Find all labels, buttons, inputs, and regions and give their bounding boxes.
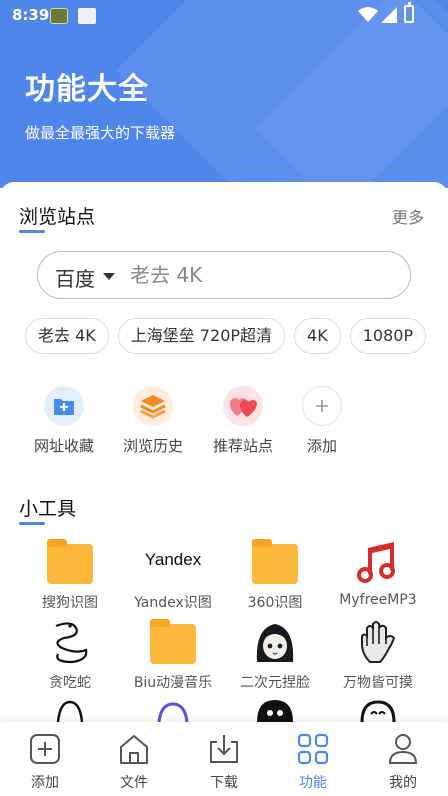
tool-label: 万物皆可摸 — [343, 675, 413, 691]
nav-item-features[interactable]: 功能 — [278, 732, 348, 792]
tool-label: Yandex识图 — [134, 595, 212, 611]
yandex-logo-text: Yandex — [144, 550, 202, 569]
page-subtitle: 做最全最强大的下载器 — [25, 124, 176, 142]
tool-label: 搜狗识图 — [42, 595, 98, 611]
tool-label: 360识图 — [247, 595, 303, 611]
content-card: 浏览站点 更多 百度 老去 4K上海堡垒 720P超清4K1080P 网址收藏 … — [0, 182, 448, 723]
nav-label: 功能 — [299, 775, 327, 791]
suggestion-chip[interactable]: 1080P — [349, 318, 427, 354]
wifi-icon — [358, 7, 378, 22]
signal-icon — [381, 7, 397, 23]
header-banner: 8:39 功能大全 做最全最强大的下载器 — [0, 0, 448, 188]
quick-action-history[interactable]: 浏览历史 — [113, 386, 193, 456]
tool-item[interactable]: 二次元捏脸 — [225, 618, 325, 692]
notification-app-icon — [78, 8, 96, 24]
folder-icon — [251, 538, 299, 586]
section-title-text: 浏览站点 — [19, 206, 96, 228]
music-note-icon — [354, 538, 402, 586]
tool-item[interactable]: 搜狗识图 — [20, 538, 120, 612]
folder-icon — [149, 618, 197, 666]
chevron-down-icon[interactable] — [103, 273, 115, 280]
nav-item-files[interactable]: 文件 — [99, 732, 169, 792]
page-title: 功能大全 — [25, 72, 149, 107]
section-title-text: 小工具 — [19, 498, 77, 520]
hearts-icon — [223, 386, 263, 426]
suggestion-chips: 老去 4K 上海堡垒 720P超清 4K 1080P — [25, 318, 448, 356]
tool-item[interactable]: 万物皆可摸 — [328, 618, 428, 692]
nav-item-add[interactable]: 添加 — [10, 732, 80, 792]
quick-action-label: 推荐站点 — [212, 437, 273, 455]
nav-label: 文件 — [120, 775, 148, 791]
tool-item[interactable]: 贪吃蛇 — [20, 618, 120, 692]
add-box-icon — [28, 732, 62, 766]
quick-action-label: 添加 — [306, 437, 337, 455]
quick-action-label: 浏览历史 — [122, 437, 183, 455]
folder-icon — [46, 538, 94, 586]
yandex-logo-icon: Yandex — [145, 538, 201, 586]
search-input[interactable] — [130, 260, 390, 290]
quick-action-label: 网址收藏 — [33, 437, 94, 455]
download-tray-icon — [207, 732, 241, 766]
person-icon — [386, 732, 420, 766]
history-stack-icon — [133, 386, 173, 426]
title-underline — [19, 230, 45, 233]
status-time: 8:39 — [12, 6, 50, 24]
section-title-browse: 浏览站点 — [19, 202, 96, 233]
section-title-tools: 小工具 — [19, 494, 77, 525]
tool-label: MyfreeMP3 — [339, 592, 417, 608]
suggestion-chip[interactable]: 上海堡垒 720P超清 — [117, 318, 286, 354]
nav-label: 添加 — [31, 775, 59, 791]
quick-action-bookmarks[interactable]: 网址收藏 — [24, 386, 104, 456]
tool-item[interactable]: MyfreeMP3 — [328, 538, 428, 608]
nav-label: 下载 — [210, 775, 238, 791]
tool-item[interactable]: 360识图 — [225, 538, 325, 612]
title-underline — [19, 522, 45, 525]
suggestion-chip[interactable]: 4K — [294, 318, 341, 354]
bottom-navigation: 添加 文件 下载 功能 我的 — [0, 722, 448, 796]
grid-apps-icon — [296, 732, 330, 766]
quick-action-recommended[interactable]: 推荐站点 — [203, 386, 283, 456]
home-file-icon — [117, 732, 151, 766]
tool-label: Biu动漫音乐 — [133, 675, 213, 691]
battery-icon — [404, 2, 414, 23]
suggestion-chip[interactable]: 老去 4K — [25, 318, 109, 354]
status-bar: 8:39 — [0, 0, 448, 30]
hand-icon — [354, 618, 402, 666]
tool-label: 二次元捏脸 — [240, 675, 310, 691]
nav-item-profile[interactable]: 我的 — [368, 732, 438, 792]
search-engine-selector[interactable]: 百度 — [55, 263, 95, 292]
nav-item-download[interactable]: 下载 — [189, 732, 259, 792]
tool-item[interactable]: Yandex Yandex识图 — [123, 538, 223, 612]
anime-face-icon — [251, 618, 299, 666]
tool-label: 贪吃蛇 — [49, 675, 91, 691]
plus-icon — [302, 386, 342, 426]
tool-item[interactable]: Biu动漫音乐 — [123, 618, 223, 692]
bookmark-folder-icon — [44, 386, 84, 426]
search-bar[interactable]: 百度 — [37, 251, 411, 299]
nav-label: 我的 — [389, 775, 417, 791]
quick-action-add[interactable]: 添加 — [282, 386, 362, 456]
snake-icon — [46, 618, 94, 666]
more-link[interactable]: 更多 — [392, 204, 424, 228]
notification-app-icon — [50, 8, 68, 24]
